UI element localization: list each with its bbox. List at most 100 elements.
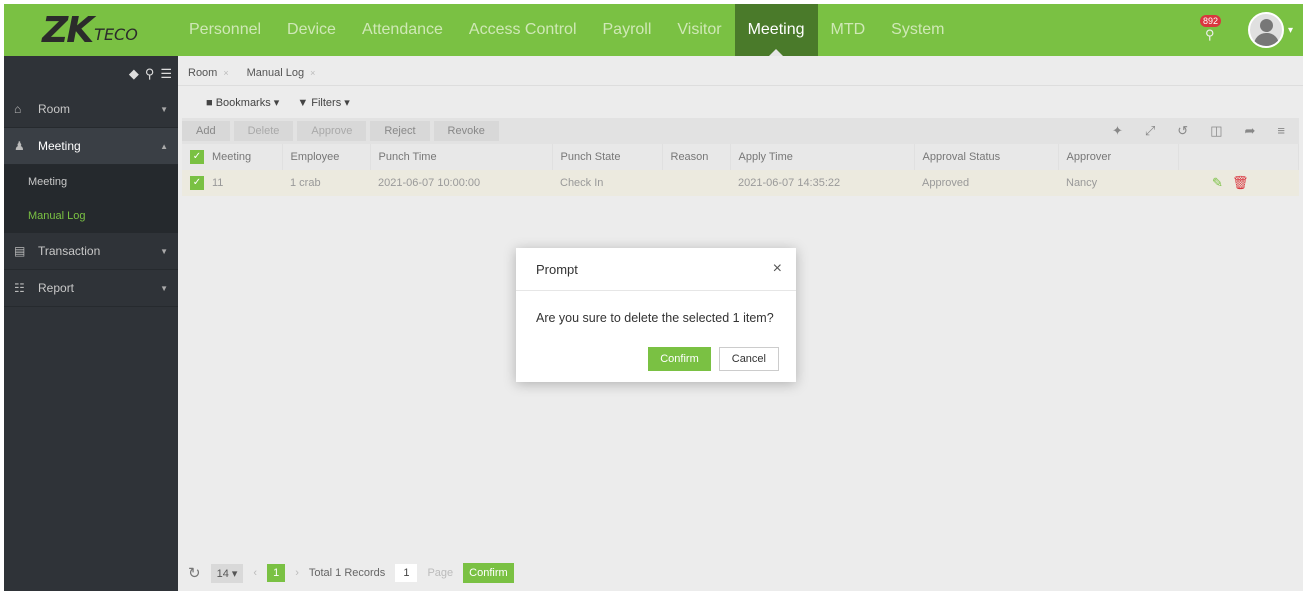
nav-access-control[interactable]: Access Control	[456, 4, 590, 56]
table-tools: ✦ ⤢ ↺ ◫ ➦ ≡	[1112, 123, 1299, 139]
sidebar-group-transaction[interactable]: ▤ Transaction ▼	[4, 233, 178, 270]
sidebar-item-meeting[interactable]: Meeting	[4, 165, 178, 199]
magic-wand-icon[interactable]: ✦	[1112, 123, 1123, 139]
notification-badge: 892	[1199, 15, 1221, 27]
edit-icon[interactable]: ✎	[1212, 175, 1223, 190]
column-header-employee[interactable]: Employee	[282, 144, 371, 170]
nav-personnel[interactable]: Personnel	[176, 4, 274, 56]
top-right-tools: 892 ⚲ ▾	[1199, 4, 1303, 56]
dialog-message: Are you sure to delete the selected 1 it…	[536, 311, 774, 325]
filters-dropdown[interactable]: ▼ Filters ▾	[297, 96, 349, 109]
revoke-button[interactable]: Revoke	[433, 121, 499, 141]
page-input[interactable]: 1	[395, 564, 418, 582]
column-header-approver[interactable]: Approver	[1058, 144, 1179, 170]
add-button[interactable]: Add	[182, 121, 230, 141]
dialog-title: Prompt	[536, 261, 578, 277]
column-header-apply-time[interactable]: Apply Time	[730, 144, 915, 170]
tab-manual-log[interactable]: Manual Log ×	[241, 67, 328, 85]
nav-mtd[interactable]: MTD	[818, 4, 879, 56]
cell-apply-time: 2021-06-07 14:35:22	[730, 170, 914, 196]
sidebar-group-label: Report	[38, 281, 75, 295]
page-size-value: 14	[216, 567, 229, 580]
sidebar-group-report[interactable]: ☷ Report ▼	[4, 270, 178, 307]
trash-icon[interactable]: 🗑	[1232, 175, 1249, 190]
sidebar-group-room[interactable]: ⌂ Room ▼	[4, 91, 178, 128]
select-all-checkbox[interactable]: ✓	[190, 150, 204, 164]
reject-button[interactable]: Reject	[370, 121, 430, 141]
sidebar-group-label: Transaction	[38, 244, 101, 258]
settings-sliders-icon[interactable]: ≡	[1277, 123, 1285, 139]
table-header-row: ✓ Meeting Employee Punch Time Punch State…	[182, 144, 1299, 170]
dialog-buttons: Confirm Cancel	[648, 347, 779, 371]
caret-up-icon: ▲	[160, 141, 168, 151]
bell-icon: ⚲	[1204, 27, 1215, 42]
caret-down-icon: ▼	[160, 104, 168, 114]
confirm-button[interactable]: Confirm	[648, 347, 711, 371]
chevron-down-icon[interactable]: ▾	[1288, 25, 1293, 36]
cell-actions: ✎ 🗑	[1178, 170, 1299, 196]
cell-approver: Nancy	[1058, 170, 1178, 196]
users-icon: ♟	[14, 139, 25, 153]
page-confirm-button[interactable]: Confirm	[463, 563, 514, 583]
caret-down-icon: ▼	[160, 246, 168, 256]
close-icon[interactable]: ×	[223, 68, 228, 78]
cell-reason	[662, 170, 730, 196]
close-icon[interactable]: ×	[310, 68, 315, 78]
cell-punch-state: Check In	[552, 170, 662, 196]
cell-punch-time: 2021-06-07 10:00:00	[370, 170, 552, 196]
header-label: Meeting	[212, 150, 252, 163]
logo-main-text: ZK	[42, 9, 94, 51]
delete-button[interactable]: Delete	[233, 121, 294, 141]
zkteco-logo: ZK TECO	[4, 4, 176, 56]
user-avatar[interactable]	[1247, 12, 1284, 48]
expand-icon[interactable]: ⤢	[1145, 123, 1155, 139]
nav-system[interactable]: System	[878, 4, 957, 56]
row-checkbox[interactable]: ✓	[190, 176, 204, 190]
close-icon[interactable]: ×	[773, 260, 782, 278]
nav-device[interactable]: Device	[274, 4, 349, 56]
columns-icon[interactable]: ◫	[1210, 123, 1222, 139]
table-row[interactable]: ✓ 11 1 crab 2021-06-07 10:00:00 Check In …	[182, 170, 1299, 196]
database-icon: ▤	[14, 244, 26, 258]
tag-icon[interactable]: ◆	[129, 66, 139, 82]
next-page-icon[interactable]: ›	[295, 567, 299, 579]
page-number-current[interactable]: 1	[267, 564, 286, 582]
cell-meeting: ✓ 11	[182, 170, 282, 196]
approve-button[interactable]: Approve	[297, 121, 367, 141]
module-nav: Personnel Device Attendance Access Contr…	[176, 4, 1200, 56]
page-size-select[interactable]: 14 ▾	[210, 563, 244, 583]
tab-room[interactable]: Room ×	[182, 67, 241, 85]
prev-page-icon[interactable]: ‹	[253, 567, 257, 579]
list-icon[interactable]: ☰	[160, 66, 172, 82]
column-header-meeting[interactable]: ✓ Meeting	[182, 144, 283, 170]
nav-payroll[interactable]: Payroll	[590, 4, 665, 56]
nav-visitor[interactable]: Visitor	[664, 4, 734, 56]
column-header-punch-time[interactable]: Punch Time	[370, 144, 553, 170]
refresh-icon[interactable]: ↻	[188, 564, 201, 582]
column-header-actions	[1178, 144, 1299, 170]
column-header-punch-state[interactable]: Punch State	[552, 144, 663, 170]
export-icon[interactable]: ➦	[1245, 123, 1256, 139]
search-icon[interactable]: ⚲	[145, 66, 155, 82]
refresh-icon[interactable]: ↺	[1177, 123, 1188, 139]
home-icon: ⌂	[14, 102, 22, 116]
pagination-bar: ↻ 14 ▾ ‹ 1 › Total 1 Records 1 Page Conf…	[188, 561, 514, 585]
tab-strip: Room × Manual Log ×	[178, 56, 1303, 86]
report-icon: ☷	[14, 281, 25, 295]
cell-approval-status: Approved	[914, 170, 1058, 196]
cell-employee: 1 crab	[282, 170, 370, 196]
bookmarks-dropdown[interactable]: ■ Bookmarks ▾	[206, 96, 279, 109]
column-header-reason[interactable]: Reason	[662, 144, 731, 170]
nav-attendance[interactable]: Attendance	[349, 4, 456, 56]
sidebar-group-meeting[interactable]: ♟ Meeting ▲	[4, 128, 178, 165]
nav-meeting[interactable]: Meeting	[734, 4, 818, 56]
cancel-button[interactable]: Cancel	[718, 347, 779, 371]
sidebar: ◆ ⚲ ☰ ⌂ Room ▼ ♟ Meeting ▲ Meeting Manua…	[4, 56, 178, 591]
manual-log-table: ✓ Meeting Employee Punch Time Punch State…	[182, 144, 1299, 196]
column-header-approval-status[interactable]: Approval Status	[914, 144, 1059, 170]
tab-label: Room	[188, 67, 218, 79]
bookmarks-label: Bookmarks	[215, 96, 271, 109]
sidebar-item-manual-log[interactable]: Manual Log	[4, 199, 178, 233]
notification-bell-icon[interactable]: 892 ⚲	[1199, 15, 1226, 45]
delete-confirm-dialog: Prompt × Are you sure to delete the sele…	[516, 248, 796, 382]
